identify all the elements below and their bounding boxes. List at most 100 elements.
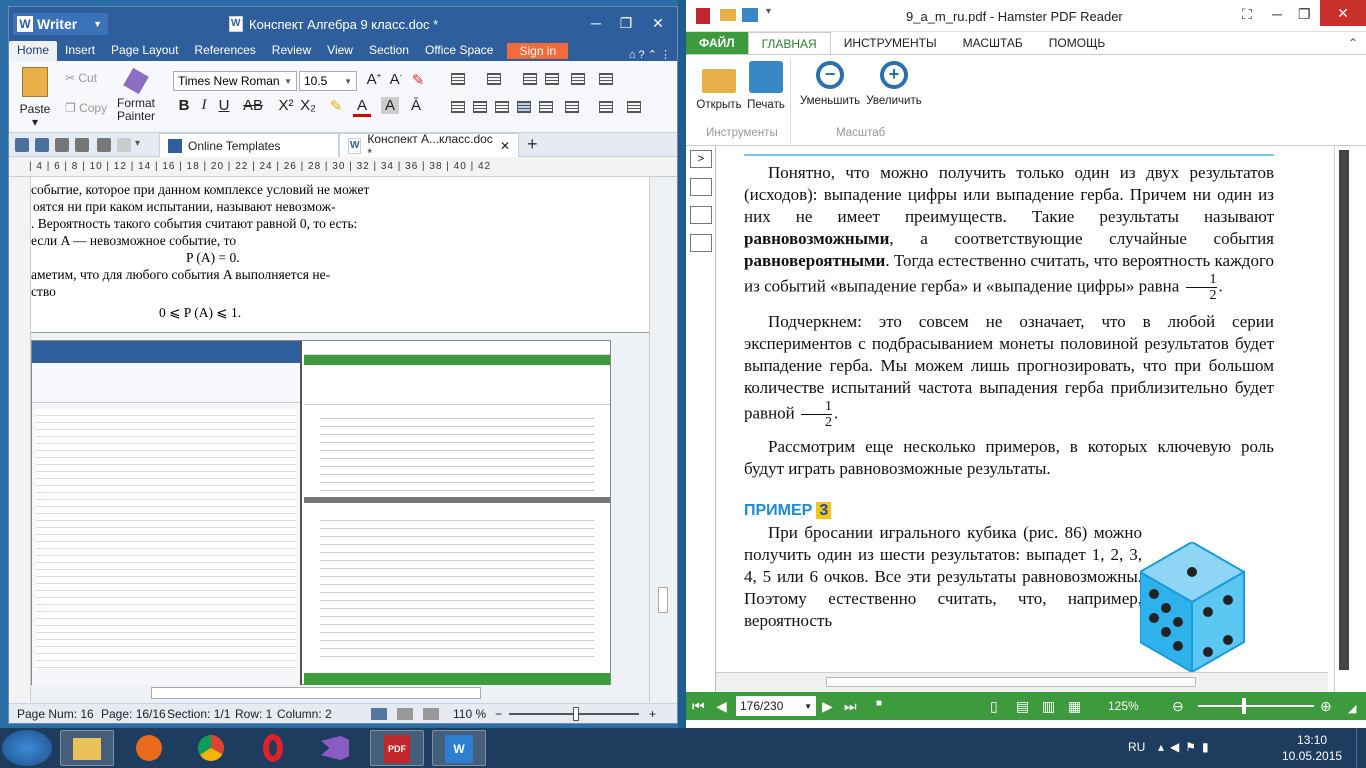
- chrome-taskbar-icon[interactable]: [184, 730, 238, 766]
- tab-zoom[interactable]: МАСШТАБ: [950, 32, 1036, 54]
- pdf-hscroll-thumb[interactable]: [826, 677, 1196, 687]
- menu-section[interactable]: Section: [361, 41, 417, 61]
- stop-icon[interactable]: ■: [876, 698, 882, 709]
- first-page-icon[interactable]: ⏮: [692, 698, 705, 715]
- show-desktop-button[interactable]: [1356, 728, 1366, 768]
- ribbon-options-icon[interactable]: ⌂ ? ⌃ ⋮: [629, 48, 671, 61]
- hscroll-thumb[interactable]: [151, 687, 481, 699]
- pdf-page[interactable]: Понятно, что можно получить только один …: [716, 146, 1328, 692]
- page-number-input[interactable]: 176/230 ▼: [736, 696, 816, 716]
- qat-more-icon[interactable]: ▾: [135, 138, 149, 152]
- open-folder-icon[interactable]: [720, 9, 736, 21]
- expand-panel-icon[interactable]: >: [690, 150, 712, 168]
- copy-button[interactable]: ❐ Copy: [65, 101, 107, 115]
- menu-view[interactable]: View: [319, 41, 361, 61]
- save-icon[interactable]: [35, 138, 49, 152]
- new-doc-icon[interactable]: [15, 138, 29, 152]
- writer-page[interactable]: событие, которое при данном комплексе ус…: [31, 177, 649, 332]
- zoom-out-button[interactable]: − Уменьшить: [798, 61, 862, 107]
- cut-button[interactable]: ✂ Cut: [65, 71, 97, 85]
- menu-references[interactable]: References: [186, 41, 263, 61]
- resize-grip-icon[interactable]: ◢: [1348, 702, 1356, 715]
- horizontal-ruler[interactable]: | 4 | 6 | 8 | 10 | 12 | 14 | 16 | 18 | 2…: [9, 157, 677, 177]
- single-page-icon[interactable]: ▯: [990, 698, 998, 715]
- pdf-reader-taskbar-icon[interactable]: PDF: [370, 730, 424, 766]
- close-button[interactable]: ✕: [645, 13, 671, 33]
- vertical-ruler[interactable]: [9, 177, 31, 702]
- new-tab-icon[interactable]: +: [527, 134, 538, 155]
- prev-page-icon[interactable]: ◀: [716, 698, 727, 715]
- grow-font-icon[interactable]: A+: [365, 71, 383, 88]
- close-tab-icon[interactable]: ✕: [500, 139, 510, 153]
- menu-page-layout[interactable]: Page Layout: [103, 41, 186, 61]
- shrink-font-icon[interactable]: A-: [387, 71, 405, 88]
- menu-insert[interactable]: Insert: [57, 41, 103, 61]
- pdf-horizontal-scrollbar[interactable]: [716, 672, 1328, 692]
- highlight-icon[interactable]: ✎: [327, 97, 345, 115]
- distribute-icon[interactable]: [539, 101, 553, 113]
- tab-file[interactable]: ФАЙЛ: [686, 32, 748, 54]
- zoom-slider-thumb[interactable]: [573, 707, 579, 721]
- zoom-slider-thumb[interactable]: [1242, 698, 1246, 714]
- shading-icon[interactable]: [599, 101, 613, 113]
- writer-app-button[interactable]: W Writer ▼: [13, 13, 108, 35]
- preview-icon[interactable]: [75, 138, 89, 152]
- align-center-icon[interactable]: [473, 101, 487, 113]
- view-web-icon[interactable]: [397, 708, 413, 720]
- language-indicator[interactable]: RU: [1128, 740, 1145, 754]
- facing-continuous-icon[interactable]: ▦: [1068, 698, 1081, 715]
- pdf-vertical-scrollbar[interactable]: [1334, 146, 1354, 692]
- subscript-icon[interactable]: X₂: [299, 97, 317, 114]
- numbering-icon[interactable]: [487, 73, 501, 85]
- minimize-button[interactable]: ─: [1272, 6, 1282, 22]
- strikethrough-icon[interactable]: AB: [243, 97, 263, 114]
- annotations-icon[interactable]: [690, 234, 712, 252]
- italic-icon[interactable]: I: [195, 97, 213, 114]
- char-shading-icon[interactable]: A: [381, 97, 399, 114]
- justify-icon[interactable]: [517, 101, 531, 113]
- last-page-icon[interactable]: ⏭: [844, 698, 857, 715]
- explorer-taskbar-icon[interactable]: [60, 730, 114, 766]
- font-family-select[interactable]: Times New Roman ▼: [173, 71, 297, 91]
- zoom-in-icon[interactable]: ⊕: [1320, 698, 1332, 715]
- font-color-icon[interactable]: A: [353, 97, 371, 117]
- menu-review[interactable]: Review: [264, 41, 319, 61]
- fullscreen-icon[interactable]: ⛶: [1242, 6, 1252, 23]
- minimize-button[interactable]: ─: [583, 13, 609, 33]
- view-outline-icon[interactable]: [423, 708, 439, 720]
- print-button[interactable]: Печать: [744, 61, 788, 111]
- vs-taskbar-icon[interactable]: [308, 730, 362, 766]
- signin-button[interactable]: Sign in: [507, 43, 569, 59]
- show-marks-icon[interactable]: [599, 73, 613, 85]
- phonetic-icon[interactable]: Ā: [407, 97, 425, 114]
- paste-button[interactable]: Paste ▾: [15, 67, 55, 129]
- open-button[interactable]: Открыть: [696, 61, 742, 111]
- decrease-indent-icon[interactable]: [523, 73, 537, 85]
- bullets-icon[interactable]: [451, 73, 465, 85]
- font-size-select[interactable]: 10.5 ▼: [299, 71, 357, 91]
- zoom-in-button[interactable]: + Увеличить: [864, 61, 924, 107]
- writer-horizontal-scrollbar[interactable]: [31, 685, 649, 701]
- zoom-in-icon[interactable]: +: [649, 707, 656, 721]
- superscript-icon[interactable]: X²: [277, 97, 295, 114]
- menu-office-space[interactable]: Office Space: [417, 41, 501, 61]
- align-left-icon[interactable]: [451, 101, 465, 113]
- tray-icons[interactable]: ▴◀⚑▮: [1158, 740, 1215, 754]
- sort-icon[interactable]: [571, 73, 585, 85]
- writer-taskbar-icon[interactable]: W: [432, 730, 486, 766]
- next-page-icon[interactable]: ▶: [822, 698, 833, 715]
- tab-home[interactable]: ГЛАВНАЯ: [747, 32, 831, 54]
- scroll-thumb[interactable]: [658, 587, 668, 613]
- qat-more-icon[interactable]: ▾: [766, 6, 771, 17]
- close-button[interactable]: ✕: [1320, 0, 1366, 26]
- tab-help[interactable]: ПОМОЩЬ: [1036, 32, 1118, 54]
- borders-icon[interactable]: [627, 101, 641, 113]
- facing-icon[interactable]: ▥: [1042, 698, 1055, 715]
- format-painter-button[interactable]: Format Painter: [113, 67, 159, 123]
- start-button[interactable]: [2, 730, 52, 766]
- thumbnails-icon[interactable]: [690, 206, 712, 224]
- maximize-button[interactable]: ❐: [613, 13, 639, 33]
- tab-tools[interactable]: ИНСТРУМЕНТЫ: [831, 32, 950, 54]
- zoom-slider[interactable]: [1198, 705, 1314, 707]
- undo-icon[interactable]: [97, 138, 111, 152]
